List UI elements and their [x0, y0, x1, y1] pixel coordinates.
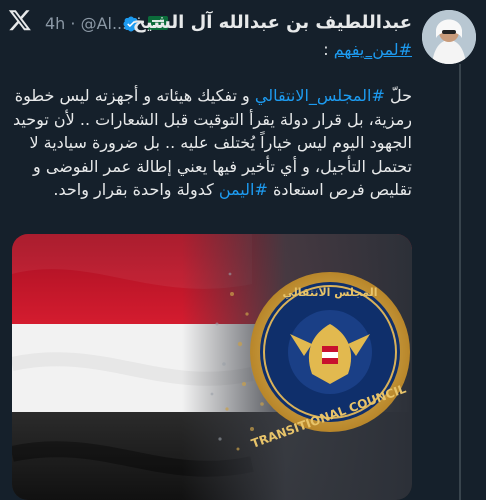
tweet-media-image[interactable]: المجلس الانتقالي TRANSITIONAL COUNCIL: [12, 234, 412, 500]
tweet-card: 4h · @Al... عبداللطيف بن عبدالله آل الشي…: [0, 0, 486, 500]
tweet-text-seg1: حلّ: [384, 86, 412, 105]
hashtag-link-council[interactable]: #المجلس_الانتقالي: [255, 86, 385, 105]
hashtag-line-suffix: :: [323, 40, 334, 59]
avatar[interactable]: [422, 10, 476, 64]
hashtag-link-yemen[interactable]: #اليمن: [219, 180, 268, 199]
thread-line: [459, 64, 461, 500]
hashtag-link[interactable]: #لمن_يفهم: [334, 40, 412, 59]
tweet-text: حلّ #المجلس_الانتقالي و تفكيك هيئاته و أ…: [12, 84, 412, 202]
hashtag-line: #لمن_يفهم :: [323, 40, 412, 59]
tweet-text-seg3: كدولة واحدة بقرار واحد.: [53, 180, 219, 199]
avatar-image: [422, 10, 476, 64]
display-name[interactable]: عبداللطيف بن عبدالله آل الشيخ: [133, 12, 412, 33]
emblem-text-ar: المجلس الانتقالي: [283, 286, 378, 299]
tweet-header: 4h · @Al... عبداللطيف بن عبدالله آل الشي…: [0, 10, 412, 36]
media-artwork: المجلس الانتقالي TRANSITIONAL COUNCIL: [12, 234, 412, 500]
timestamp-handle[interactable]: 4h · @Al...: [45, 14, 127, 33]
x-logo-icon[interactable]: [8, 8, 32, 32]
